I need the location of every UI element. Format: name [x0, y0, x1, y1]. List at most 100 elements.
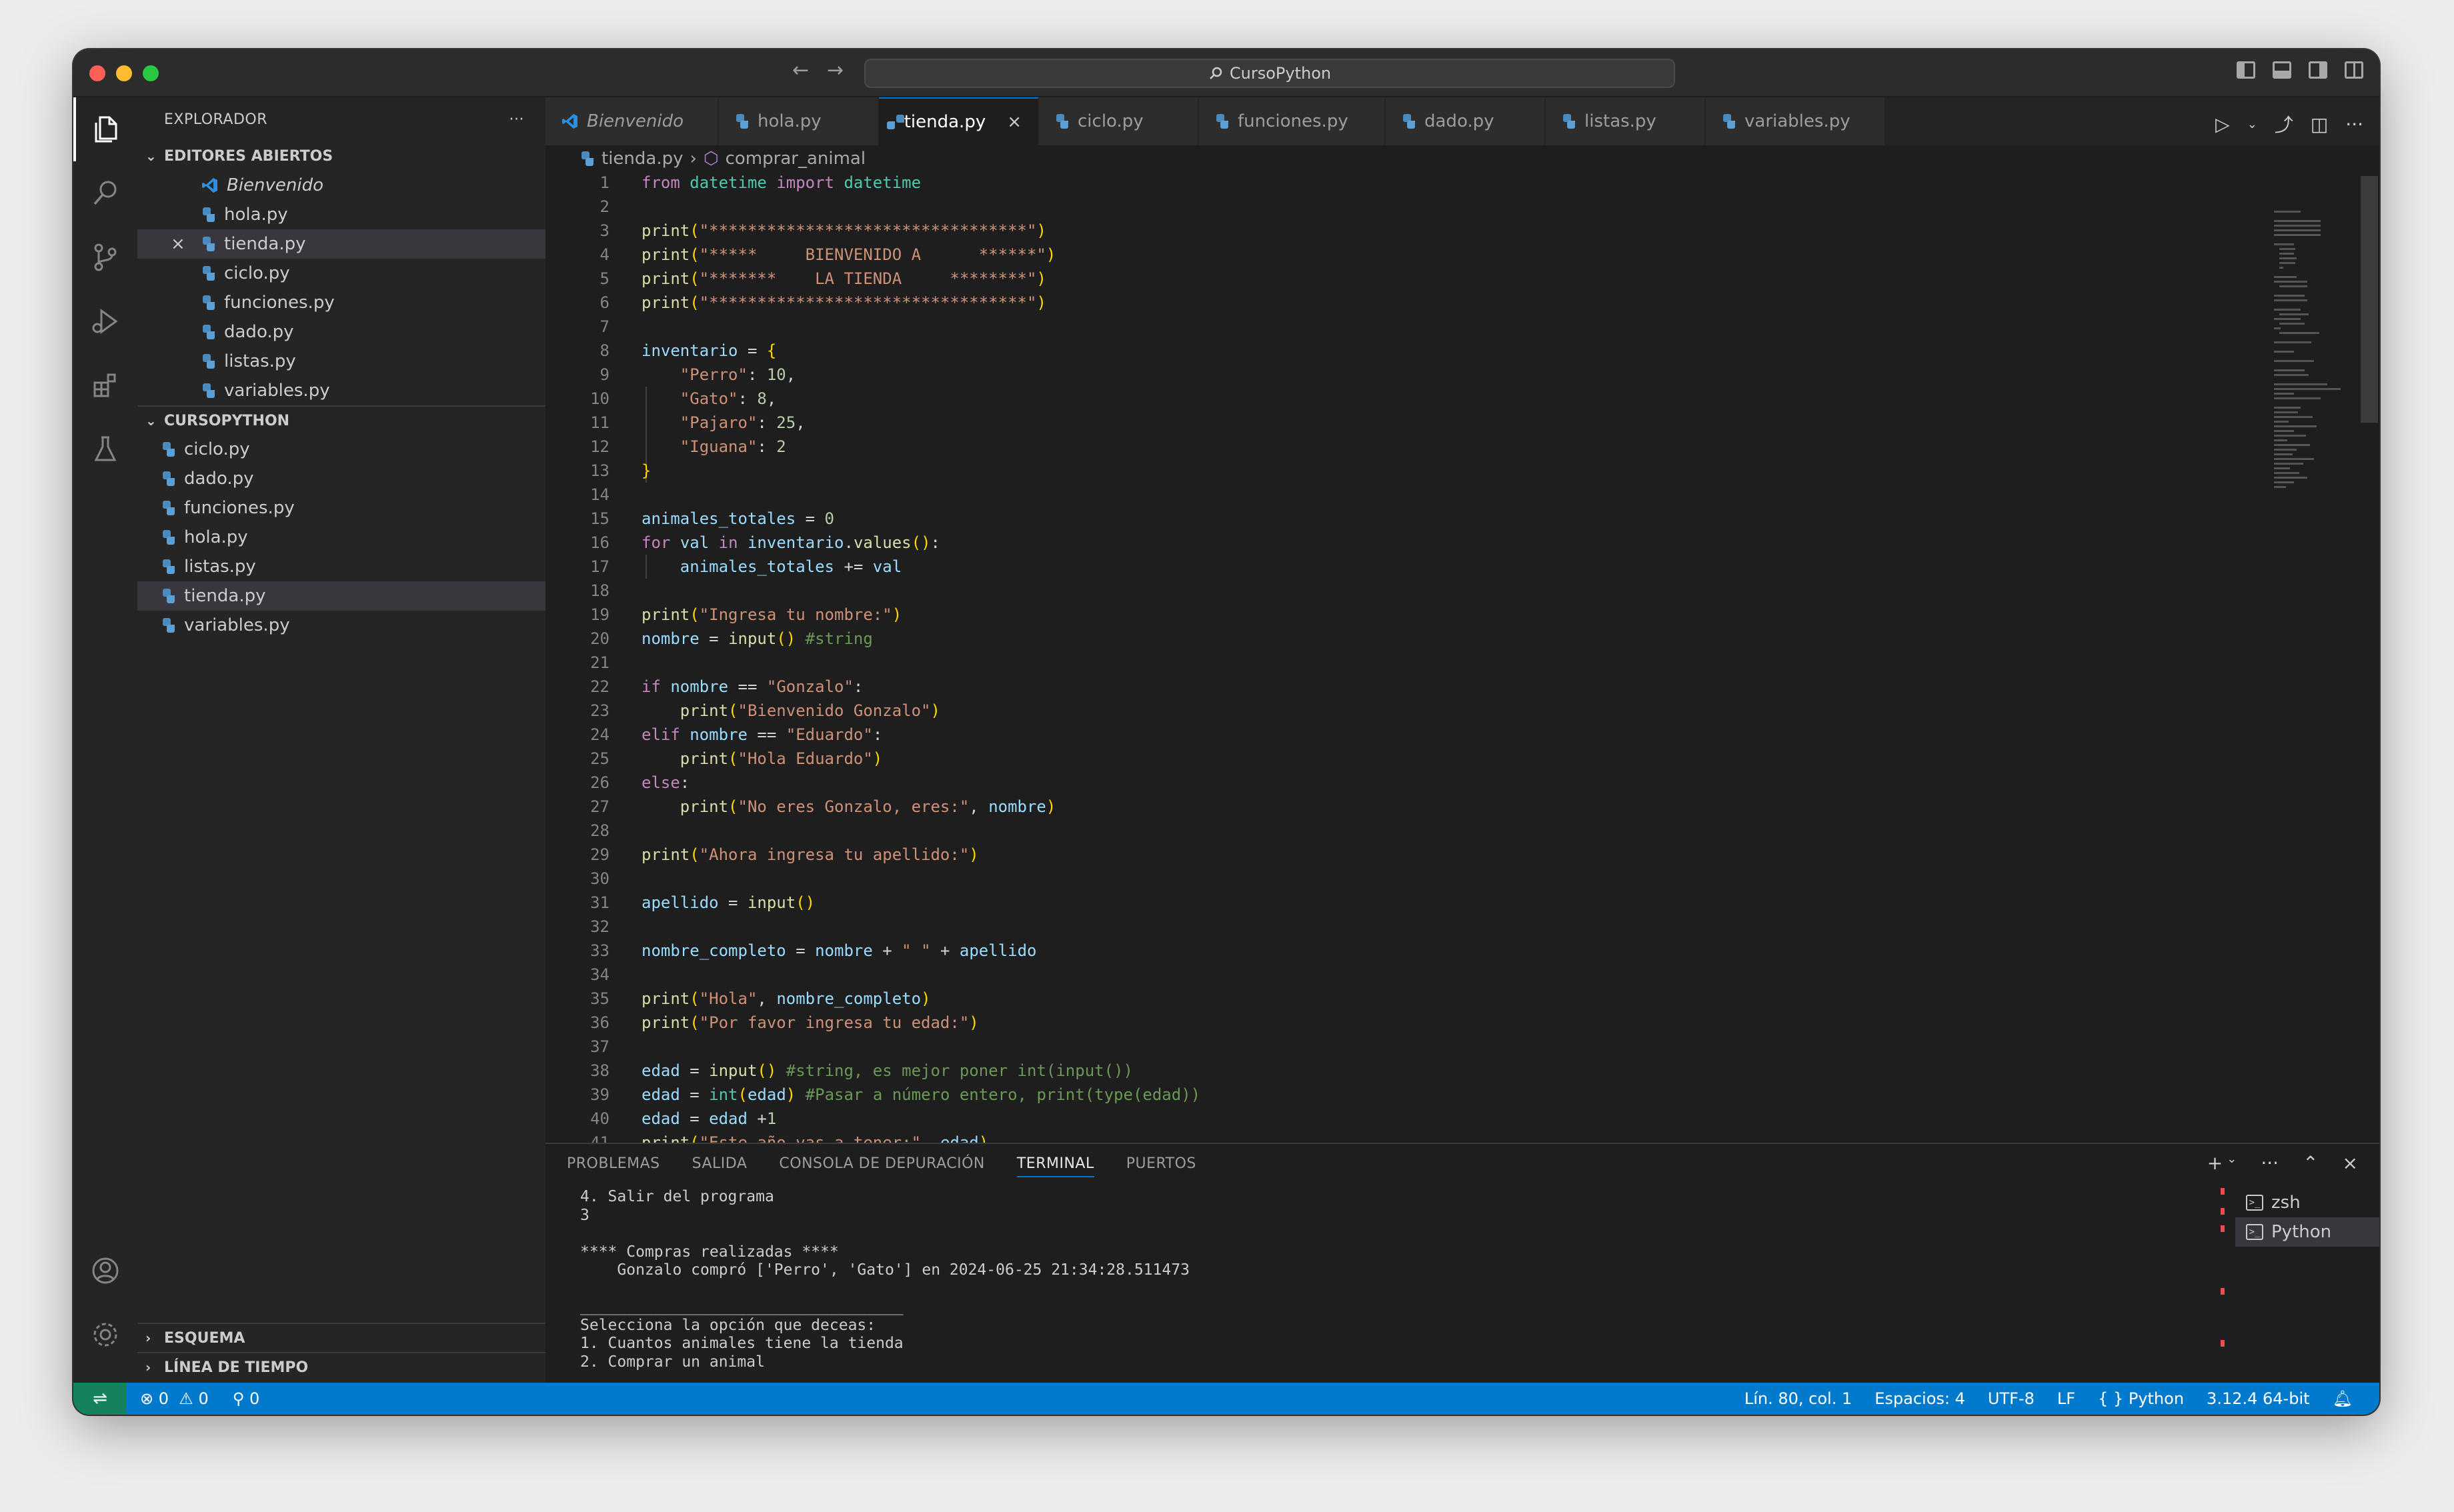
split-editor-icon[interactable]: ◫	[2311, 113, 2328, 135]
line-number: 9	[599, 365, 609, 384]
line-number: 40	[590, 1109, 609, 1128]
open-editor-ciclo[interactable]: ciclo.py	[137, 259, 545, 288]
outline-section[interactable]: › ESQUEMA	[137, 1323, 545, 1352]
open-editors-section[interactable]: ⌄ EDITORES ABIERTOS	[137, 141, 545, 171]
chevron-down-icon[interactable]: ⌄	[2227, 1152, 2237, 1174]
tab-hola[interactable]: hola.py	[719, 97, 879, 145]
chevron-down-icon[interactable]: ⌄	[2247, 117, 2257, 131]
code-line: 11 "Pajaro": 25,	[545, 411, 2279, 435]
tree-item-ciclo[interactable]: ciclo.py	[137, 435, 545, 464]
tree-item-variables[interactable]: variables.py	[137, 611, 545, 640]
tree-item-listas[interactable]: listas.py	[137, 552, 545, 581]
tab-funciones[interactable]: funciones.py	[1199, 97, 1386, 145]
open-editor-listas[interactable]: listas.py	[137, 347, 545, 376]
token: 25	[776, 413, 796, 432]
tree-item-dado[interactable]: dado.py	[137, 464, 545, 493]
editor-scrollbar[interactable]	[2361, 176, 2378, 423]
tab-debug-console[interactable]: CONSOLA DE DEPURACIÓN	[779, 1155, 984, 1172]
extensions-activity[interactable]	[73, 353, 137, 417]
tab-listas[interactable]: listas.py	[1546, 97, 1706, 145]
manage-activity[interactable]	[73, 1303, 137, 1367]
close-panel-icon[interactable]: ×	[2343, 1152, 2358, 1174]
breadcrumb-symbol[interactable]: comprar_animal	[726, 149, 866, 169]
new-terminal-icon[interactable]: +	[2207, 1152, 2223, 1174]
forward-arrow-icon[interactable]: →	[827, 59, 844, 82]
toggle-secondary-sidebar-icon[interactable]	[2309, 61, 2327, 79]
tab-tienda[interactable]: tienda.py ×	[879, 97, 1039, 145]
line-number: 23	[590, 701, 609, 720]
run-python-file-icon[interactable]: ▷	[2215, 113, 2230, 135]
minimap[interactable]	[2274, 171, 2367, 544]
open-editor-dado[interactable]: dado.py	[137, 317, 545, 347]
minimap-line	[2274, 299, 2307, 301]
tab-label: listas.py	[1584, 111, 1656, 131]
run-debug-activity[interactable]	[73, 289, 137, 353]
minimap-line	[2279, 253, 2294, 255]
tree-item-funciones[interactable]: funciones.py	[137, 493, 545, 523]
timeline-section[interactable]: › LÍNEA DE TIEMPO	[137, 1352, 545, 1381]
language-mode[interactable]: { } Python	[2098, 1389, 2184, 1408]
toggle-primary-sidebar-icon[interactable]	[2237, 61, 2255, 79]
problems-status[interactable]: ⊗ 0 ⚠ 0	[140, 1389, 209, 1408]
back-arrow-icon[interactable]: ←	[792, 59, 809, 82]
tab-variables[interactable]: variables.py	[1706, 97, 1886, 145]
code-line: 1 from datetime import datetime	[545, 171, 2279, 195]
open-editor-variables[interactable]: variables.py	[137, 376, 545, 405]
open-editor-bienvenido[interactable]: Bienvenido	[137, 171, 545, 200]
terminal-output[interactable]: 4. Salir del programa 3 **** Compras rea…	[580, 1188, 2181, 1371]
bell-icon[interactable]: 🔔︎	[2333, 1389, 2353, 1408]
tree-item-hola[interactable]: hola.py	[137, 523, 545, 552]
maximize-window-button[interactable]	[143, 65, 159, 81]
token: ==	[738, 677, 758, 696]
token: input	[747, 893, 796, 912]
minimize-window-button[interactable]	[116, 65, 132, 81]
remote-indicator-icon[interactable]: ⇌	[73, 1383, 127, 1415]
open-editor-funciones[interactable]: funciones.py	[137, 288, 545, 317]
minimap-line	[2274, 369, 2305, 371]
tab-label: variables.py	[1744, 111, 1851, 131]
toggle-panel-icon[interactable]	[2273, 61, 2291, 79]
cursor-position[interactable]: Lín. 80, col. 1	[1744, 1389, 1852, 1408]
explorer-activity[interactable]	[73, 97, 137, 161]
line-number: 39	[590, 1085, 609, 1104]
ports-status[interactable]: ⚲ 0	[233, 1389, 260, 1408]
explorer-more-button[interactable]: ···	[509, 111, 524, 128]
code-line: 25 print("Hola Eduardo")	[545, 747, 2279, 771]
more-actions-icon[interactable]: ···	[2345, 113, 2363, 135]
indentation[interactable]: Espacios: 4	[1875, 1389, 1965, 1408]
maximize-panel-icon[interactable]: ⌃	[2303, 1152, 2318, 1174]
close-window-button[interactable]	[89, 65, 105, 81]
testing-activity[interactable]	[73, 417, 137, 481]
python-interpreter[interactable]: 3.12.4 64-bit	[2207, 1389, 2309, 1408]
project-section[interactable]: ⌄ CURSOPYTHON	[137, 405, 545, 435]
tab-terminal[interactable]: TERMINAL	[1016, 1150, 1094, 1177]
tab-output[interactable]: SALIDA	[692, 1155, 748, 1172]
code-line: 17 animales_totales += val	[545, 555, 2279, 579]
terminal-zsh[interactable]: >_ zsh	[2235, 1188, 2379, 1217]
open-editor-tienda[interactable]: × tienda.py	[137, 229, 545, 259]
terminal-python[interactable]: >_ Python	[2235, 1217, 2379, 1247]
customize-layout-icon[interactable]	[2345, 61, 2363, 79]
tab-ports[interactable]: PUERTOS	[1126, 1155, 1196, 1172]
token: inventario	[747, 533, 844, 552]
close-icon[interactable]: ×	[1007, 112, 1022, 132]
tab-ciclo[interactable]: ciclo.py	[1039, 97, 1199, 145]
tab-dado[interactable]: dado.py	[1386, 97, 1546, 145]
search-activity[interactable]	[73, 161, 137, 225]
encoding[interactable]: UTF-8	[1988, 1389, 2035, 1408]
compare-changes-icon[interactable]: ⤴	[2275, 111, 2293, 137]
tree-item-tienda[interactable]: tienda.py	[137, 581, 545, 611]
accounts-activity[interactable]	[73, 1239, 137, 1303]
command-center-search[interactable]: CursoPython	[864, 59, 1675, 88]
more-actions-icon[interactable]: ···	[2261, 1152, 2279, 1174]
breadcrumb-file[interactable]: tienda.py	[601, 149, 683, 169]
end-of-line[interactable]: LF	[2057, 1389, 2075, 1408]
tab-label: Bienvenido	[587, 111, 684, 131]
token: "Perro"	[680, 365, 748, 384]
tab-bienvenido[interactable]: Bienvenido	[545, 97, 719, 145]
code-editor[interactable]: 1 from datetime import datetime 2 3 print(…	[545, 171, 2279, 1264]
source-control-activity[interactable]	[73, 225, 137, 289]
tab-problems[interactable]: PROBLEMAS	[567, 1155, 660, 1172]
open-editor-hola[interactable]: hola.py	[137, 200, 545, 229]
close-icon[interactable]: ×	[171, 234, 185, 254]
